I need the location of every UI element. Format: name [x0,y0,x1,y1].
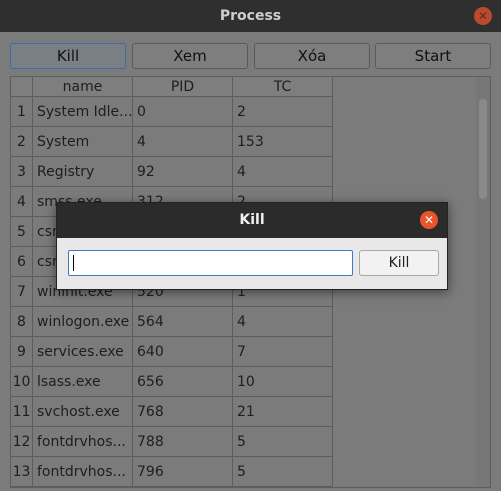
cell-pid[interactable]: 640 [133,337,233,367]
start-button[interactable]: Start [375,43,491,69]
cell-pid[interactable]: 656 [133,367,233,397]
table-row[interactable]: 1 System Idle... 0 2 [11,97,333,127]
cell-pid[interactable]: 92 [133,157,233,187]
cell-tc[interactable]: 5 [233,457,333,487]
cell-tc[interactable]: 4 [233,307,333,337]
table-row[interactable]: 13 fontdrvhos... 796 5 [11,457,333,487]
dialog-kill-button[interactable]: Kill [359,250,439,276]
view-button[interactable]: Xem [132,43,248,69]
cell-pid[interactable]: 564 [133,307,233,337]
cell-tc[interactable]: 10 [233,367,333,397]
cell-pid[interactable]: 788 [133,427,233,457]
table-row[interactable]: 12 fontdrvhos... 788 5 [11,427,333,457]
cell-name[interactable]: Registry [33,157,133,187]
cell-pid[interactable]: 796 [133,457,233,487]
cell-name[interactable]: fontdrvhos... [33,457,133,487]
cell-name[interactable]: svchost.exe [33,397,133,427]
cell-name[interactable]: fontdrvhos... [33,427,133,457]
kill-button[interactable]: Kill [10,43,126,69]
dialog-title: Kill [239,212,265,228]
cell-tc[interactable]: 7 [233,337,333,367]
column-header-tc[interactable]: TC [233,77,333,97]
column-header-pid[interactable]: PID [133,77,233,97]
row-index[interactable]: 5 [11,217,33,247]
table-row[interactable]: 9 services.exe 640 7 [11,337,333,367]
table-row[interactable]: 3 Registry 92 4 [11,157,333,187]
row-index[interactable]: 9 [11,337,33,367]
table-row[interactable]: 10 lsass.exe 656 10 [11,367,333,397]
row-index[interactable]: 4 [11,187,33,217]
text-caret [73,255,74,271]
row-index[interactable]: 12 [11,427,33,457]
dialog-titlebar: Kill ✕ [57,203,447,238]
table-row[interactable]: 8 winlogon.exe 564 4 [11,307,333,337]
window-title: Process [219,8,282,24]
table-row[interactable]: 11 svchost.exe 768 21 [11,397,333,427]
cell-tc[interactable]: 153 [233,127,333,157]
cell-name[interactable]: System Idle... [33,97,133,127]
kill-dialog: Kill ✕ Kill [56,202,448,290]
pid-input[interactable] [68,250,353,276]
row-index[interactable]: 10 [11,367,33,397]
cell-tc[interactable]: 5 [233,427,333,457]
cell-name[interactable]: winlogon.exe [33,307,133,337]
vertical-scrollbar[interactable] [476,77,490,487]
row-index[interactable]: 8 [11,307,33,337]
cell-tc[interactable]: 2 [233,97,333,127]
close-icon[interactable]: ✕ [474,7,492,25]
row-index[interactable]: 7 [11,277,33,307]
column-header-name[interactable]: name [33,77,133,97]
cell-pid[interactable]: 0 [133,97,233,127]
cell-name[interactable]: services.exe [33,337,133,367]
cell-name[interactable]: System [33,127,133,157]
main-titlebar: Process ✕ [0,0,501,32]
row-index[interactable]: 11 [11,397,33,427]
delete-button[interactable]: Xóa [254,43,370,69]
row-index[interactable]: 2 [11,127,33,157]
cell-name[interactable]: lsass.exe [33,367,133,397]
row-index[interactable]: 1 [11,97,33,127]
table-row[interactable]: 2 System 4 153 [11,127,333,157]
cell-pid[interactable]: 768 [133,397,233,427]
row-header-corner [11,77,33,97]
cell-tc[interactable]: 21 [233,397,333,427]
dialog-close-icon[interactable]: ✕ [420,211,438,229]
row-index[interactable]: 13 [11,457,33,487]
cell-pid[interactable]: 4 [133,127,233,157]
row-index[interactable]: 3 [11,157,33,187]
row-index[interactable]: 6 [11,247,33,277]
cell-tc[interactable]: 4 [233,157,333,187]
scrollbar-thumb[interactable] [479,99,487,199]
